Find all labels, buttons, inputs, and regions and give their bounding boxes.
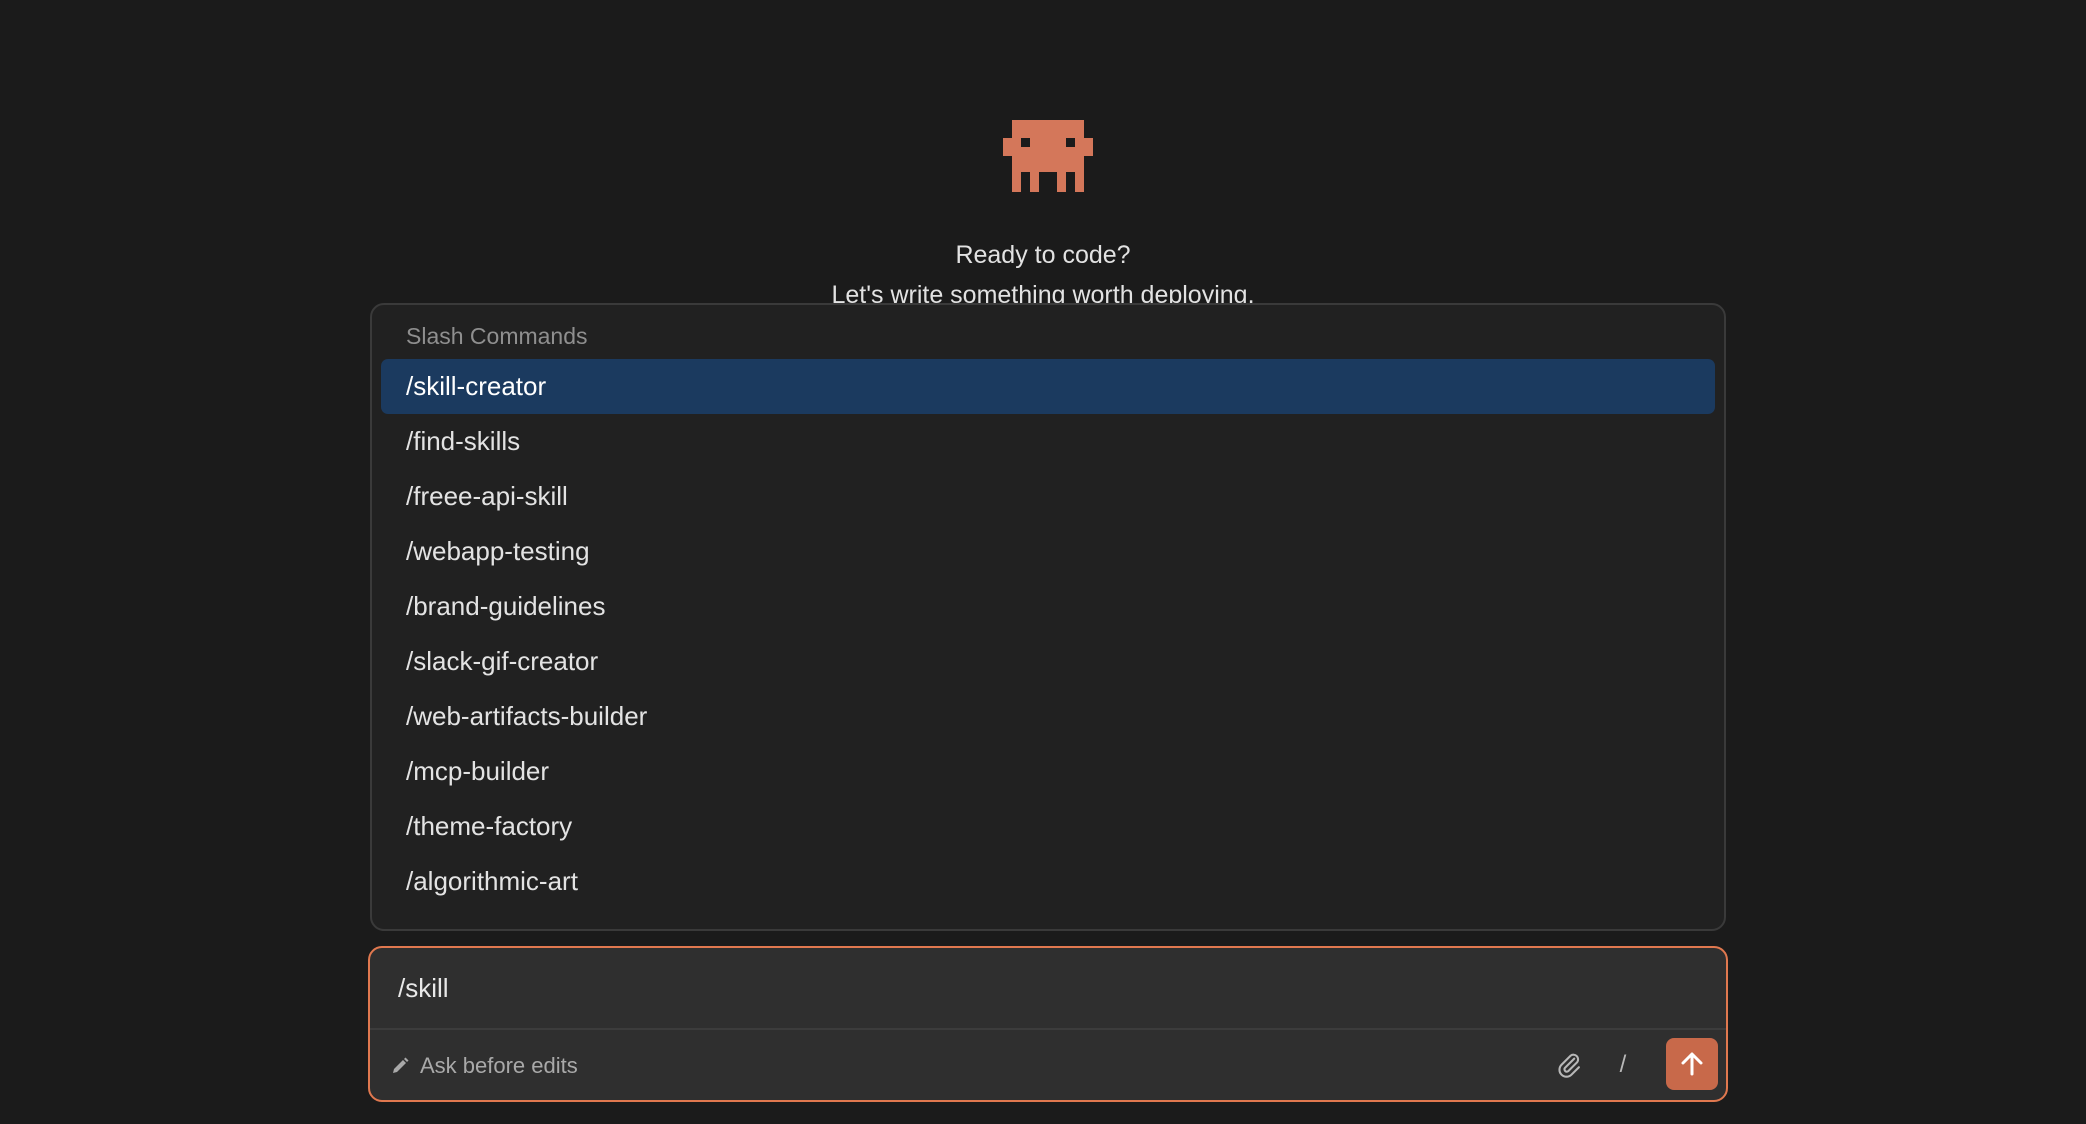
slash-command-webapp-testing[interactable]: /webapp-testing [381,524,1715,579]
slash-command-theme-factory[interactable]: /theme-factory [381,799,1715,854]
message-input[interactable] [370,948,1726,1028]
slash-command-brand-guidelines[interactable]: /brand-guidelines [381,579,1715,634]
composer-footer: Ask before edits / [370,1030,1726,1100]
pixel-creature-icon [1003,120,1093,192]
pencil-icon [393,1057,409,1073]
slash-command-algorithmic-art[interactable]: /algorithmic-art [381,854,1715,909]
edit-mode-label: Ask before edits [420,1053,578,1078]
slash-command-skill-creator[interactable]: /skill-creator [381,359,1715,414]
slash-commands-header: Slash Commands [406,323,588,349]
slash-commands-menu: Slash Commands /skill-creator /find-skil… [370,303,1726,931]
paperclip-icon [1558,1053,1580,1078]
slash-command-slack-gif-creator[interactable]: /slack-gif-creator [381,634,1715,689]
slash-command-mcp-builder[interactable]: /mcp-builder [381,744,1715,799]
edit-mode-toggle[interactable]: Ask before edits [390,1030,578,1100]
arrow-up-icon [1681,1052,1703,1076]
message-composer: Ask before edits / [368,946,1728,1102]
slash-command-web-artifacts-builder[interactable]: /web-artifacts-builder [381,689,1715,744]
slash-command-freee-api-skill[interactable]: /freee-api-skill [381,469,1715,524]
send-button[interactable] [1666,1038,1718,1090]
welcome-title: Ready to code? [955,241,1131,269]
slash-command-find-skills[interactable]: /find-skills [381,414,1715,469]
app-window: Ready to code? Let's write something wor… [0,0,2086,1124]
attach-button[interactable] [1552,1048,1586,1082]
slash-command-button[interactable]: / [1606,1048,1640,1082]
